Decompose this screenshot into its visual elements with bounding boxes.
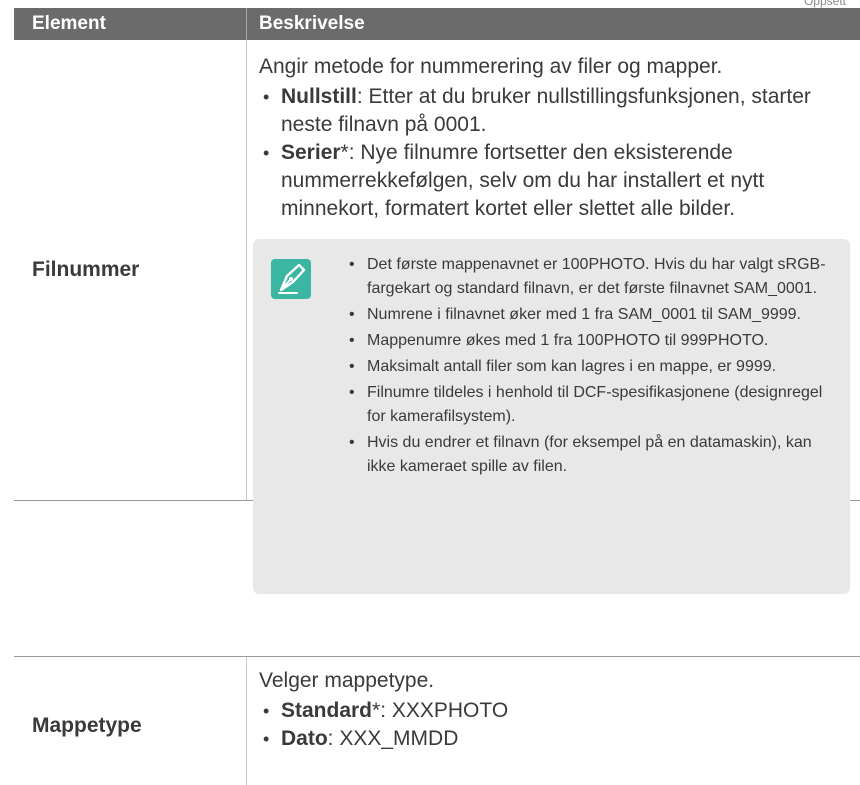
table-row: Mappetype Velger mappetype. Standard*: X… xyxy=(14,656,860,785)
list-item: Nullstill: Etter at du bruker nullstilli… xyxy=(259,83,850,139)
option-description: *: XXXPHOTO xyxy=(372,699,509,722)
row-description: Velger mappetype. Standard*: XXXPHOTO Da… xyxy=(246,657,860,785)
option-list: Standard*: XXXPHOTO Dato: XXX_MMDD xyxy=(259,697,850,753)
option-name: Serier xyxy=(281,141,341,164)
option-description: : XXX_MMDD xyxy=(327,727,459,750)
list-item: Filnumre tildeles i henhold til DCF-spes… xyxy=(349,381,838,429)
description-intro: Velger mappetype. xyxy=(259,669,435,692)
pen-nib-icon xyxy=(271,259,311,299)
option-description: : Etter at du bruker nullstillingsfunksj… xyxy=(281,85,811,136)
note-list: Det første mappenavnet er 100PHOTO. Hvis… xyxy=(349,253,838,481)
column-header-element: Element xyxy=(32,13,106,34)
settings-table: Element Beskrivelse Filnummer Angir meto… xyxy=(14,8,860,594)
option-name: Dato xyxy=(281,727,328,750)
option-name: Nullstill xyxy=(281,85,357,108)
column-header-description: Beskrivelse xyxy=(246,8,860,40)
list-item: Maksimalt antall filer som kan lagres i … xyxy=(349,355,838,379)
list-item: Numrene i filnavnet øker med 1 fra SAM_0… xyxy=(349,303,838,327)
note-box: Det første mappenavnet er 100PHOTO. Hvis… xyxy=(253,239,850,594)
option-description: *: Nye filnumre fortsetter den eksistere… xyxy=(281,141,765,220)
table-header: Element Beskrivelse xyxy=(14,8,860,40)
page-corner-label: Oppsett xyxy=(803,0,846,8)
list-item: Det første mappenavnet er 100PHOTO. Hvis… xyxy=(349,253,838,301)
option-list: Nullstill: Etter at du bruker nullstilli… xyxy=(259,83,850,223)
list-item: Standard*: XXXPHOTO xyxy=(259,697,850,725)
description-intro: Angir metode for nummerering av filer og… xyxy=(259,55,723,78)
row-element-label: Mappetype xyxy=(32,714,142,737)
row-element-label: Filnummer xyxy=(32,258,140,281)
list-item: Hvis du endrer et filnavn (for eksempel … xyxy=(349,431,838,479)
option-name: Standard xyxy=(281,699,373,722)
list-item: Mappenumre økes med 1 fra 100PHOTO til 9… xyxy=(349,329,838,353)
row-description: Angir metode for nummerering av filer og… xyxy=(246,40,860,594)
table-row: Filnummer Angir metode for nummerering a… xyxy=(14,40,860,594)
list-item: Serier*: Nye filnumre fortsetter den eks… xyxy=(259,139,850,223)
list-item: Dato: XXX_MMDD xyxy=(259,725,850,753)
